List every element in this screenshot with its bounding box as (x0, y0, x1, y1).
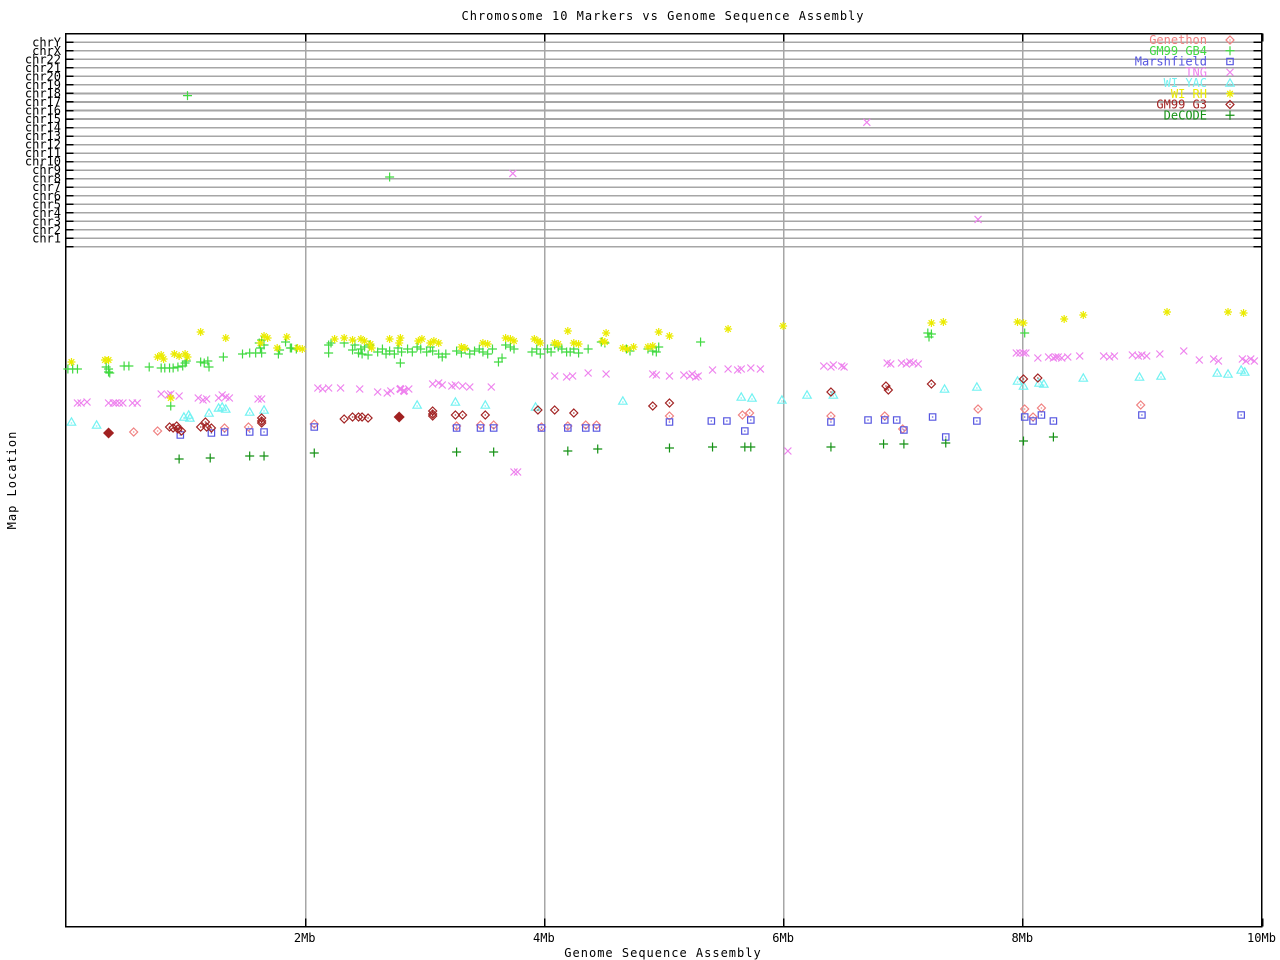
series-marshfield (176, 411, 1245, 441)
svg-text:10Mb: 10Mb (1247, 931, 1276, 945)
vertical-gridlines (304, 33, 1024, 927)
series-wi-yac (66, 364, 1250, 429)
svg-text:8Mb: 8Mb (1011, 931, 1033, 945)
scatter-plot: chrYchrXchr22chr21chr20chr19chr18chr17ch… (25, 32, 1276, 945)
svg-text:chr1: chr1 (32, 231, 61, 245)
series-genethon (128, 400, 1146, 437)
svg-text:DeCODE: DeCODE (1164, 108, 1207, 122)
legend-item-marshfield: Marshfield (1135, 55, 1234, 69)
legend: GenethonGM99 GB4MarshfieldTNGWI YACWI RH… (1135, 33, 1236, 122)
chart-screenshot: Chromosome 10 Markers vs Genome Sequence… (0, 0, 1280, 960)
series-decode (174, 432, 1058, 464)
plot-border (64, 32, 1263, 928)
svg-text:4Mb: 4Mb (533, 931, 555, 945)
svg-text:6Mb: 6Mb (772, 931, 794, 945)
chromosome-gridlines (65, 41, 1262, 248)
svg-text:2Mb: 2Mb (294, 931, 316, 945)
chromosome-labels: chrYchrXchr22chr21chr20chr19chr18chr17ch… (25, 35, 62, 245)
